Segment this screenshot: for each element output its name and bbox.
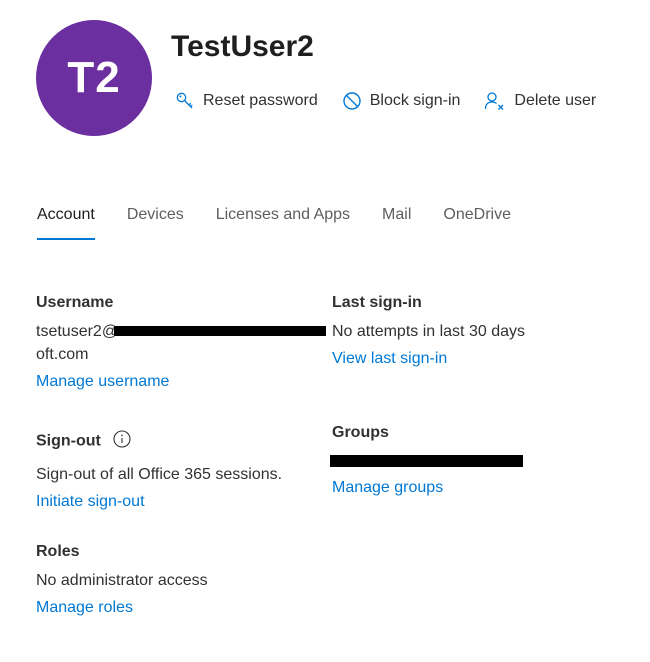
tab-onedrive[interactable]: OneDrive bbox=[443, 206, 511, 234]
tab-account[interactable]: Account bbox=[37, 206, 95, 240]
username-label: Username bbox=[36, 294, 114, 311]
manage-username-link[interactable]: Manage username bbox=[36, 373, 169, 391]
last-signin-label: Last sign-in bbox=[332, 294, 422, 311]
signout-label: Sign-out bbox=[36, 432, 101, 450]
last-signin-value: No attempts in last 30 days bbox=[332, 323, 525, 340]
redaction-bar bbox=[330, 455, 523, 467]
roles-value: No administrator access bbox=[36, 572, 208, 589]
reset-password-button[interactable]: Reset password bbox=[175, 91, 318, 111]
delete-user-label: Delete user bbox=[514, 92, 597, 109]
reset-password-label: Reset password bbox=[203, 92, 318, 109]
manage-groups-link[interactable]: Manage groups bbox=[332, 479, 443, 497]
signout-value: Sign-out of all Office 365 sessions. bbox=[36, 466, 283, 483]
signout-heading: Sign-out bbox=[36, 430, 131, 453]
info-icon[interactable] bbox=[113, 430, 131, 453]
delete-user-icon bbox=[484, 91, 506, 111]
tab-mail[interactable]: Mail bbox=[382, 206, 411, 234]
initiate-signout-link[interactable]: Initiate sign-out bbox=[36, 493, 145, 511]
avatar: T2 bbox=[36, 20, 152, 136]
page-title: TestUser2 bbox=[171, 30, 314, 63]
groups-label: Groups bbox=[332, 424, 389, 441]
view-last-signin-link[interactable]: View last sign-in bbox=[332, 350, 447, 368]
key-icon bbox=[175, 91, 195, 111]
manage-roles-link[interactable]: Manage roles bbox=[36, 599, 133, 617]
block-icon bbox=[342, 91, 362, 111]
delete-user-button[interactable]: Delete user bbox=[484, 91, 596, 111]
username-value-line2: oft.com bbox=[36, 346, 89, 363]
redaction-bar bbox=[114, 326, 326, 336]
avatar-initials: T2 bbox=[67, 53, 121, 102]
block-signin-label: Block sign-in bbox=[369, 92, 461, 109]
block-signin-button[interactable]: Block sign-in bbox=[342, 91, 461, 111]
roles-label: Roles bbox=[36, 543, 80, 560]
tab-bar: Account Devices Licenses and Apps Mail O… bbox=[37, 206, 543, 240]
tab-licenses-and-apps[interactable]: Licenses and Apps bbox=[216, 206, 350, 234]
user-actions-bar: Reset password Block sign-in Delete user bbox=[175, 91, 596, 111]
tab-devices[interactable]: Devices bbox=[127, 206, 184, 234]
username-value-line1: tsetuser2@ bbox=[36, 323, 119, 340]
